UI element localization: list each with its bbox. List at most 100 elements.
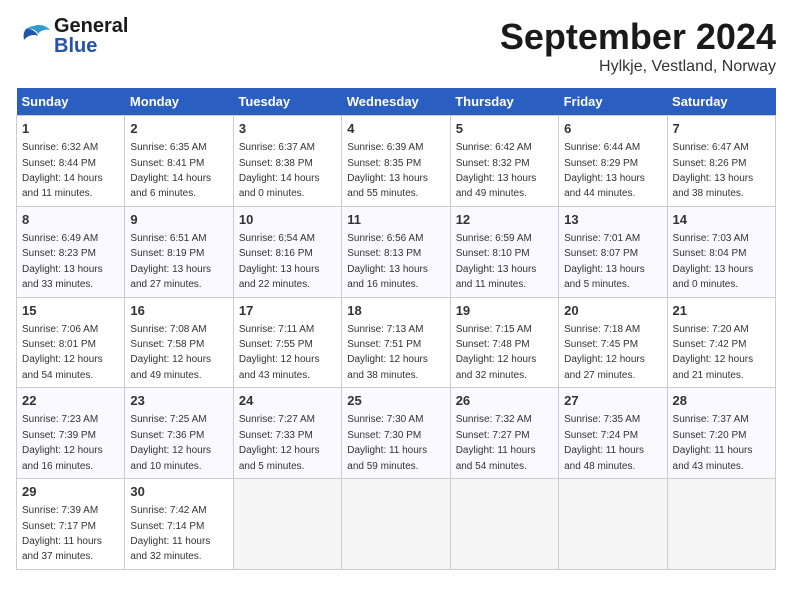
day-info: Sunrise: 7:30 AMSunset: 7:30 PMDaylight:…: [347, 414, 427, 471]
day-info: Sunrise: 6:44 AMSunset: 8:29 PMDaylight:…: [564, 142, 645, 199]
logo: General Blue: [16, 16, 128, 56]
day-info: Sunrise: 7:23 AMSunset: 7:39 PMDaylight:…: [22, 414, 103, 471]
page-header: General Blue September 2024 Hylkje, Vest…: [16, 16, 776, 76]
day-number: 11: [347, 211, 444, 229]
day-number: 6: [564, 120, 661, 138]
day-number: 13: [564, 211, 661, 229]
day-info: Sunrise: 6:39 AMSunset: 8:35 PMDaylight:…: [347, 142, 428, 199]
day-info: Sunrise: 6:54 AMSunset: 8:16 PMDaylight:…: [239, 233, 320, 290]
day-number: 4: [347, 120, 444, 138]
day-number: 12: [456, 211, 553, 229]
calendar-week-1: 1 Sunrise: 6:32 AMSunset: 8:44 PMDayligh…: [17, 116, 776, 207]
day-number: 27: [564, 392, 661, 410]
calendar-cell: [559, 479, 667, 570]
col-header-tuesday: Tuesday: [233, 88, 341, 116]
calendar-cell: 16 Sunrise: 7:08 AMSunset: 7:58 PMDaylig…: [125, 297, 233, 388]
day-number: 29: [22, 483, 119, 501]
month-title: September 2024: [500, 16, 776, 58]
calendar-cell: [667, 479, 775, 570]
calendar-cell: 12 Sunrise: 6:59 AMSunset: 8:10 PMDaylig…: [450, 206, 558, 297]
calendar-cell: 15 Sunrise: 7:06 AMSunset: 8:01 PMDaylig…: [17, 297, 125, 388]
calendar-cell: 21 Sunrise: 7:20 AMSunset: 7:42 PMDaylig…: [667, 297, 775, 388]
calendar-cell: 20 Sunrise: 7:18 AMSunset: 7:45 PMDaylig…: [559, 297, 667, 388]
calendar-cell: 6 Sunrise: 6:44 AMSunset: 8:29 PMDayligh…: [559, 116, 667, 207]
day-info: Sunrise: 7:01 AMSunset: 8:07 PMDaylight:…: [564, 233, 645, 290]
logo-icon: [16, 22, 52, 50]
calendar-week-2: 8 Sunrise: 6:49 AMSunset: 8:23 PMDayligh…: [17, 206, 776, 297]
col-header-friday: Friday: [559, 88, 667, 116]
calendar-cell: 13 Sunrise: 7:01 AMSunset: 8:07 PMDaylig…: [559, 206, 667, 297]
calendar-cell: 14 Sunrise: 7:03 AMSunset: 8:04 PMDaylig…: [667, 206, 775, 297]
day-info: Sunrise: 6:59 AMSunset: 8:10 PMDaylight:…: [456, 233, 537, 290]
day-info: Sunrise: 7:39 AMSunset: 7:17 PMDaylight:…: [22, 505, 102, 562]
col-header-monday: Monday: [125, 88, 233, 116]
day-info: Sunrise: 7:20 AMSunset: 7:42 PMDaylight:…: [673, 324, 754, 381]
day-number: 7: [673, 120, 770, 138]
day-info: Sunrise: 7:32 AMSunset: 7:27 PMDaylight:…: [456, 414, 536, 471]
calendar-week-3: 15 Sunrise: 7:06 AMSunset: 8:01 PMDaylig…: [17, 297, 776, 388]
calendar-cell: 29 Sunrise: 7:39 AMSunset: 7:17 PMDaylig…: [17, 479, 125, 570]
calendar-cell: 9 Sunrise: 6:51 AMSunset: 8:19 PMDayligh…: [125, 206, 233, 297]
day-number: 22: [22, 392, 119, 410]
day-number: 15: [22, 302, 119, 320]
calendar-cell: 1 Sunrise: 6:32 AMSunset: 8:44 PMDayligh…: [17, 116, 125, 207]
day-info: Sunrise: 7:15 AMSunset: 7:48 PMDaylight:…: [456, 324, 537, 381]
col-header-saturday: Saturday: [667, 88, 775, 116]
day-number: 5: [456, 120, 553, 138]
day-number: 25: [347, 392, 444, 410]
day-info: Sunrise: 7:27 AMSunset: 7:33 PMDaylight:…: [239, 414, 320, 471]
calendar-cell: 27 Sunrise: 7:35 AMSunset: 7:24 PMDaylig…: [559, 388, 667, 479]
calendar-cell: 26 Sunrise: 7:32 AMSunset: 7:27 PMDaylig…: [450, 388, 558, 479]
title-block: September 2024 Hylkje, Vestland, Norway: [500, 16, 776, 76]
location: Hylkje, Vestland, Norway: [500, 58, 776, 76]
day-number: 8: [22, 211, 119, 229]
day-info: Sunrise: 6:49 AMSunset: 8:23 PMDaylight:…: [22, 233, 103, 290]
day-number: 3: [239, 120, 336, 138]
calendar-cell: 22 Sunrise: 7:23 AMSunset: 7:39 PMDaylig…: [17, 388, 125, 479]
day-number: 19: [456, 302, 553, 320]
day-info: Sunrise: 6:47 AMSunset: 8:26 PMDaylight:…: [673, 142, 754, 199]
day-info: Sunrise: 6:42 AMSunset: 8:32 PMDaylight:…: [456, 142, 537, 199]
calendar-cell: 24 Sunrise: 7:27 AMSunset: 7:33 PMDaylig…: [233, 388, 341, 479]
calendar-cell: 4 Sunrise: 6:39 AMSunset: 8:35 PMDayligh…: [342, 116, 450, 207]
day-number: 21: [673, 302, 770, 320]
calendar-week-5: 29 Sunrise: 7:39 AMSunset: 7:17 PMDaylig…: [17, 479, 776, 570]
logo-text-blue: Blue: [54, 36, 128, 56]
day-number: 9: [130, 211, 227, 229]
day-info: Sunrise: 7:13 AMSunset: 7:51 PMDaylight:…: [347, 324, 428, 381]
day-number: 18: [347, 302, 444, 320]
day-number: 26: [456, 392, 553, 410]
col-header-thursday: Thursday: [450, 88, 558, 116]
calendar-cell: 18 Sunrise: 7:13 AMSunset: 7:51 PMDaylig…: [342, 297, 450, 388]
day-number: 23: [130, 392, 227, 410]
day-info: Sunrise: 6:51 AMSunset: 8:19 PMDaylight:…: [130, 233, 211, 290]
day-number: 30: [130, 483, 227, 501]
calendar-cell: 11 Sunrise: 6:56 AMSunset: 8:13 PMDaylig…: [342, 206, 450, 297]
calendar-cell: 2 Sunrise: 6:35 AMSunset: 8:41 PMDayligh…: [125, 116, 233, 207]
calendar-cell: 17 Sunrise: 7:11 AMSunset: 7:55 PMDaylig…: [233, 297, 341, 388]
calendar-cell: 25 Sunrise: 7:30 AMSunset: 7:30 PMDaylig…: [342, 388, 450, 479]
calendar-table: SundayMondayTuesdayWednesdayThursdayFrid…: [16, 88, 776, 570]
day-info: Sunrise: 6:35 AMSunset: 8:41 PMDaylight:…: [130, 142, 211, 199]
day-number: 28: [673, 392, 770, 410]
calendar-cell: [342, 479, 450, 570]
logo-text-general: General: [54, 16, 128, 36]
day-info: Sunrise: 6:32 AMSunset: 8:44 PMDaylight:…: [22, 142, 103, 199]
day-number: 10: [239, 211, 336, 229]
day-number: 17: [239, 302, 336, 320]
day-info: Sunrise: 7:08 AMSunset: 7:58 PMDaylight:…: [130, 324, 211, 381]
day-info: Sunrise: 7:06 AMSunset: 8:01 PMDaylight:…: [22, 324, 103, 381]
calendar-cell: [450, 479, 558, 570]
calendar-cell: 8 Sunrise: 6:49 AMSunset: 8:23 PMDayligh…: [17, 206, 125, 297]
calendar-cell: 7 Sunrise: 6:47 AMSunset: 8:26 PMDayligh…: [667, 116, 775, 207]
calendar-cell: [233, 479, 341, 570]
calendar-week-4: 22 Sunrise: 7:23 AMSunset: 7:39 PMDaylig…: [17, 388, 776, 479]
day-info: Sunrise: 7:42 AMSunset: 7:14 PMDaylight:…: [130, 505, 210, 562]
calendar-cell: 19 Sunrise: 7:15 AMSunset: 7:48 PMDaylig…: [450, 297, 558, 388]
day-number: 14: [673, 211, 770, 229]
day-number: 2: [130, 120, 227, 138]
calendar-cell: 23 Sunrise: 7:25 AMSunset: 7:36 PMDaylig…: [125, 388, 233, 479]
day-number: 24: [239, 392, 336, 410]
day-info: Sunrise: 7:11 AMSunset: 7:55 PMDaylight:…: [239, 324, 320, 381]
day-info: Sunrise: 7:18 AMSunset: 7:45 PMDaylight:…: [564, 324, 645, 381]
